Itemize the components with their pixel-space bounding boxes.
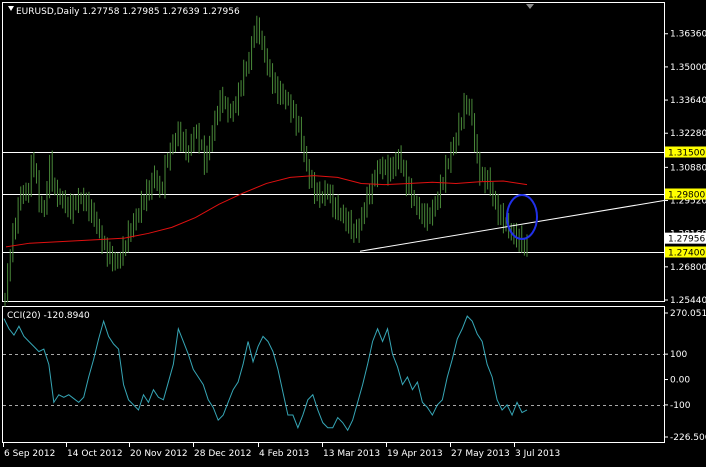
dropdown-arrow-icon[interactable] (8, 6, 14, 11)
level-price-label: 1.31500 (668, 149, 705, 159)
price-axis-label: 1.35000 (670, 63, 706, 73)
time-axis-label: 20 Nov 2012 (130, 449, 188, 459)
time-axis-label: 14 Oct 2012 (67, 449, 123, 459)
time-axis-label: 28 Dec 2012 (194, 449, 252, 459)
cci-axis-label: 100 (670, 350, 687, 360)
cci-axis-label: -100 (670, 401, 691, 411)
cci-axis-label: -226.5064 (670, 433, 706, 443)
price-axis-label: 1.25440 (670, 296, 706, 306)
price-axis-label: 1.32280 (670, 129, 706, 139)
chart-canvas[interactable]: EURUSD,Daily 1.27758 1.27985 1.27639 1.2… (0, 0, 706, 463)
trendline[interactable] (359, 200, 665, 252)
time-axis-label: 6 Sep 2012 (4, 449, 55, 459)
cci-axis-label: 270.051 (670, 309, 706, 319)
indicator-title: CCI(20) -120.8940 (7, 311, 90, 321)
time-axis-label: 4 Feb 2013 (259, 449, 309, 459)
symbol-header: EURUSD,Daily 1.27758 1.27985 1.27639 1.2… (16, 7, 240, 17)
price-axis-label: 1.30880 (670, 163, 706, 173)
chart-shift-marker-icon[interactable] (526, 4, 534, 9)
level-price-label: 1.27400 (668, 249, 705, 259)
cci-line (3, 315, 528, 432)
time-axis-label: 3 Jul 2013 (515, 449, 560, 459)
metatrader-chart-window: EURUSD,Daily 1.27758 1.27985 1.27639 1.2… (0, 0, 706, 463)
price-axis-label: 1.26800 (670, 263, 706, 273)
time-axis-label: 13 Mar 2013 (323, 449, 380, 459)
time-axis-label: 27 May 2013 (451, 449, 510, 459)
current-price-label: 1.27956 (668, 235, 705, 245)
cci-axis-label: 0.00 (670, 376, 690, 386)
price-axis-label: 1.33640 (670, 96, 706, 106)
price-axis-label: 1.36360 (670, 30, 706, 40)
level-price-label: 1.29800 (668, 191, 705, 201)
time-axis-label: 19 Apr 2013 (387, 449, 443, 459)
